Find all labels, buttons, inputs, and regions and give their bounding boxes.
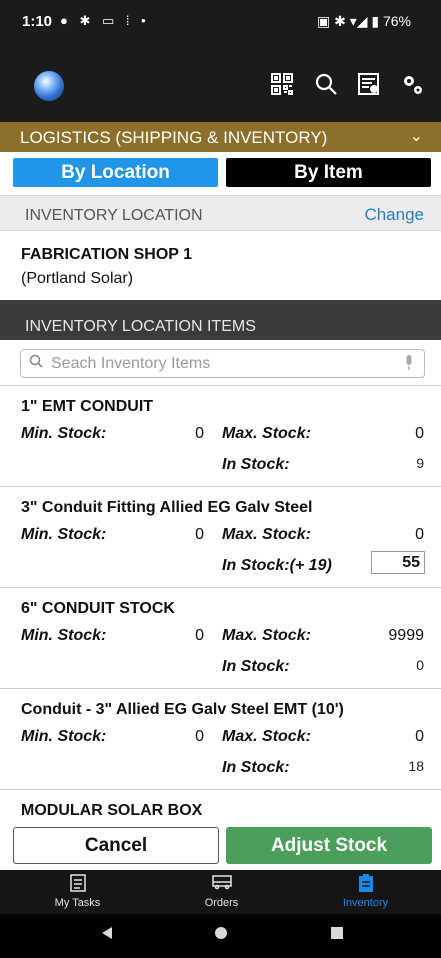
- tab-label: Orders: [204, 897, 239, 909]
- tab-orders[interactable]: Orders: [148, 870, 295, 914]
- item-name: Conduit - 3" Allied EG Galv Steel EMT (1…: [21, 701, 344, 718]
- min-stock-label: Min. Stock:: [21, 728, 107, 745]
- max-stock-label: Max. Stock:: [222, 728, 311, 745]
- signal-icons: ▣ ✱ ▾◢ ▮: [316, 13, 380, 29]
- section-title: LOGISTICS (SHIPPING & INVENTORY): [20, 128, 328, 147]
- chevron-down-icon[interactable]: ⌄: [410, 126, 423, 146]
- in-stock-label: In Stock:: [222, 658, 290, 675]
- cancel-button[interactable]: Cancel: [13, 827, 219, 864]
- item-name: 1" EMT CONDUIT: [21, 398, 154, 415]
- settings-icon[interactable]: [400, 72, 424, 101]
- by-location-button[interactable]: By Location: [13, 158, 218, 187]
- max-stock-value: 0: [415, 526, 424, 543]
- max-stock-label: Max. Stock:: [222, 627, 311, 644]
- app-bar: [0, 46, 441, 122]
- min-stock-value: 0: [195, 425, 204, 442]
- max-stock-label: Max. Stock:: [222, 425, 311, 442]
- inventory-location-header: INVENTORY LOCATION Change: [0, 195, 441, 231]
- max-stock-value: 0: [415, 728, 424, 745]
- view-toggle: By Location By Item: [0, 152, 441, 195]
- in-stock-label: In Stock:: [222, 759, 290, 776]
- truck-icon: [148, 874, 295, 894]
- app-logo: [34, 71, 64, 101]
- clipboard-icon: [4, 874, 151, 894]
- in-stock-value: 18: [408, 758, 424, 774]
- inventory-item[interactable]: MODULAR SOLAR BOX: [0, 790, 441, 822]
- inventory-item[interactable]: 3" Conduit Fitting Allied EG Galv Steel …: [0, 487, 441, 588]
- search-bar: [0, 340, 441, 386]
- max-stock-value: 9999: [388, 627, 424, 644]
- notification-icons: ● ✱ ▭ ⁞ •: [60, 13, 150, 28]
- max-stock-value: 0: [415, 425, 424, 442]
- status-bar: 1:10 ● ✱ ▭ ⁞ • ▣ ✱ ▾◢ ▮ 76%: [0, 0, 441, 46]
- tab-my-tasks[interactable]: My Tasks: [4, 870, 151, 914]
- location-info: FABRICATION SHOP 1 (Portland Solar): [0, 231, 441, 300]
- inventory-items-label: INVENTORY LOCATION ITEMS: [25, 318, 256, 335]
- min-stock-label: Min. Stock:: [21, 526, 107, 543]
- home-icon[interactable]: [214, 926, 228, 945]
- search-box[interactable]: [20, 349, 425, 378]
- min-stock-value: 0: [195, 627, 204, 644]
- item-name: 3" Conduit Fitting Allied EG Galv Steel: [21, 499, 313, 516]
- report-icon[interactable]: [357, 72, 381, 101]
- battery-percent: 76%: [382, 13, 411, 29]
- search-input[interactable]: [51, 353, 391, 375]
- search-icon[interactable]: [314, 72, 338, 101]
- qr-code-icon[interactable]: [270, 72, 294, 101]
- inventory-location-label: INVENTORY LOCATION: [25, 207, 203, 224]
- recents-icon[interactable]: [330, 926, 344, 945]
- inventory-item-list: 1" EMT CONDUIT Min. Stock: 0 Max. Stock:…: [0, 386, 441, 822]
- in-stock-input[interactable]: [371, 551, 425, 574]
- search-icon: [29, 354, 43, 372]
- tab-label: My Tasks: [54, 897, 101, 909]
- system-nav-bar: [0, 914, 441, 958]
- tab-inventory[interactable]: Inventory: [292, 870, 439, 914]
- item-name: 6" CONDUIT STOCK: [21, 600, 175, 617]
- logistics-section-header[interactable]: LOGISTICS (SHIPPING & INVENTORY) ⌄: [0, 122, 441, 152]
- min-stock-label: Min. Stock:: [21, 425, 107, 442]
- item-name: MODULAR SOLAR BOX: [21, 802, 203, 819]
- in-stock-label: In Stock:(+ 19): [222, 557, 332, 574]
- min-stock-value: 0: [195, 728, 204, 745]
- in-stock-value: 0: [416, 657, 424, 673]
- inventory-item[interactable]: 6" CONDUIT STOCK Min. Stock: 0 Max. Stoc…: [0, 588, 441, 689]
- inventory-item[interactable]: 1" EMT CONDUIT Min. Stock: 0 Max. Stock:…: [0, 386, 441, 487]
- change-location-link[interactable]: Change: [364, 205, 424, 225]
- status-time: 1:10: [22, 13, 53, 30]
- by-item-button[interactable]: By Item: [226, 158, 431, 187]
- location-company: (Portland Solar): [21, 270, 134, 287]
- tab-bar: My Tasks Orders Inventory: [0, 870, 441, 914]
- microphone-icon[interactable]: [404, 355, 414, 374]
- max-stock-label: Max. Stock:: [222, 526, 311, 543]
- min-stock-value: 0: [195, 526, 204, 543]
- tab-label: Inventory: [342, 897, 389, 909]
- inventory-items-header: INVENTORY LOCATION ITEMS: [0, 300, 441, 340]
- inventory-item[interactable]: Conduit - 3" Allied EG Galv Steel EMT (1…: [0, 689, 441, 790]
- adjust-stock-button[interactable]: Adjust Stock: [226, 827, 432, 864]
- back-icon[interactable]: [100, 926, 114, 945]
- min-stock-label: Min. Stock:: [21, 627, 107, 644]
- in-stock-value: 9: [416, 455, 424, 471]
- system-icons: ▣ ✱ ▾◢ ▮ 76%: [317, 13, 411, 30]
- inventory-icon: [292, 874, 439, 894]
- bottom-actions: Cancel Adjust Stock: [0, 822, 441, 870]
- in-stock-label: In Stock:: [222, 456, 290, 473]
- location-name: FABRICATION SHOP 1: [21, 246, 192, 263]
